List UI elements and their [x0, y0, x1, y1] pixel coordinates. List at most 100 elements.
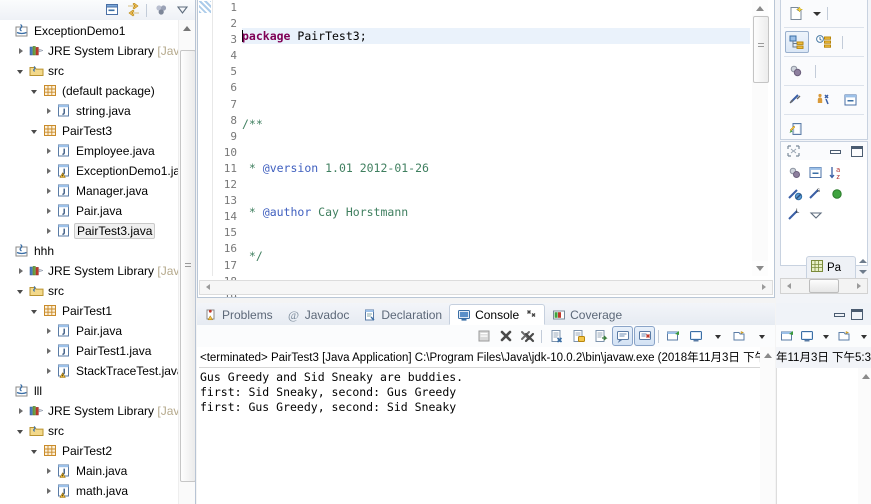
tree-item-math-java[interactable]: math.java: [0, 481, 178, 501]
hierarchy-view-icon[interactable]: [785, 31, 809, 53]
tree-item-pairtest2[interactable]: PairTest2: [0, 441, 178, 461]
console-tab-bar[interactable]: Problems @ Javadoc Declaration Console Covera…: [197, 303, 775, 326]
new-dropdown-icon[interactable]: [812, 9, 821, 18]
editor-marker-ruler[interactable]: [198, 0, 213, 276]
tab-spin-down[interactable]: [857, 267, 868, 278]
collapse-all-icon[interactable]: [807, 164, 824, 181]
expand-arrow-open-icon[interactable]: [30, 126, 41, 137]
minimize-icon[interactable]: [829, 146, 841, 156]
right-hscroll-thumb[interactable]: [809, 279, 839, 293]
clear-icon[interactable]: [546, 326, 567, 346]
pin-console-icon[interactable]: [779, 326, 796, 346]
tree-item-main-java[interactable]: Main.java: [0, 461, 178, 481]
collapse-all-icon[interactable]: [102, 1, 122, 20]
expand-arrow-closed-icon[interactable]: [44, 166, 55, 177]
expand-arrow-open-icon[interactable]: [30, 306, 41, 317]
scroll-up-arrow[interactable]: [179, 20, 195, 36]
tab-declaration[interactable]: Declaration: [356, 304, 449, 325]
tree-item-employee-java[interactable]: Employee.java: [0, 141, 178, 161]
history-view-icon[interactable]: [812, 31, 836, 53]
right-hscroll-left-arrow[interactable]: [783, 281, 794, 292]
tree-item-pair-java[interactable]: Pair.java: [0, 201, 178, 221]
console-overflow-scrollbar[interactable]: [858, 368, 871, 504]
open-console-icon[interactable]: [836, 326, 853, 346]
word-wrap-icon[interactable]: [590, 326, 611, 346]
tree-item-src[interactable]: src: [0, 421, 178, 441]
view-menu-icon[interactable]: [807, 206, 824, 223]
editor-vertical-scrollbar[interactable]: [752, 0, 769, 276]
hide-static-icon[interactable]: s: [807, 185, 824, 202]
view-menu-icon[interactable]: [151, 1, 171, 20]
expand-arrow-closed-icon[interactable]: [44, 206, 55, 217]
display-selected-console-icon[interactable]: [799, 326, 815, 346]
open-console-dropdown-icon[interactable]: [751, 326, 772, 346]
tree-item-pairtest3[interactable]: PairTest3: [0, 121, 178, 141]
tree-item-string-java[interactable]: string.java: [0, 101, 178, 121]
expand-arrow-closed-icon[interactable]: [44, 226, 55, 237]
open-console-dropdown-icon[interactable]: [856, 326, 871, 346]
hide-local-icon[interactable]: L: [786, 206, 803, 223]
tree-item-src[interactable]: src: [0, 281, 178, 301]
remove-all-terminated-icon[interactable]: [517, 326, 538, 346]
new-java-file-icon[interactable]: [785, 2, 809, 24]
expand-arrow-closed-icon[interactable]: [44, 466, 55, 477]
expand-arrow-closed-icon[interactable]: [16, 266, 27, 277]
project-tree[interactable]: ExceptionDemo1 JRE System Library [Java sr…: [0, 20, 178, 504]
display-dropdown-icon[interactable]: [707, 326, 728, 346]
expand-arrow-closed-icon[interactable]: [44, 486, 55, 497]
debug-view-icon[interactable]: [785, 60, 809, 82]
tree-item-default-package[interactable]: (default package): [0, 81, 178, 101]
editor-horizontal-scrollbar[interactable]: [199, 280, 773, 295]
view-dropdown-icon[interactable]: [172, 1, 192, 20]
console-overflow-scroll-up[interactable]: [858, 368, 871, 383]
show-console-on-error-icon[interactable]: [634, 326, 655, 346]
tree-item-hhh[interactable]: hhh: [0, 241, 178, 261]
editor-scroll-thumb[interactable]: [753, 16, 769, 83]
link-editor-icon[interactable]: [785, 118, 809, 140]
editor-scroll-up-arrow[interactable]: [752, 0, 768, 15]
tree-item-pairtest1[interactable]: PairTest1: [0, 301, 178, 321]
tree-item-pairtest3-java[interactable]: PairTest3.java: [0, 221, 178, 241]
tree-item-manager-java[interactable]: Manager.java: [0, 181, 178, 201]
editor-hscroll-right-arrow[interactable]: [759, 282, 770, 293]
right-hscroll-right-arrow[interactable]: [854, 281, 865, 292]
tab-console[interactable]: Console: [449, 304, 546, 325]
hide-nonpublic-icon[interactable]: [786, 185, 803, 202]
link-with-editor-icon[interactable]: [123, 1, 143, 20]
expand-arrow-closed-icon[interactable]: [44, 106, 55, 117]
maximize-icon[interactable]: [851, 145, 863, 157]
expand-arrow-open-icon[interactable]: [16, 426, 27, 437]
terminate-icon[interactable]: [495, 326, 516, 346]
expand-arrow-closed-icon[interactable]: [16, 406, 27, 417]
console-maximize-icon[interactable]: [851, 308, 863, 320]
open-console-icon[interactable]: [729, 326, 750, 346]
tree-item-jre-system-library[interactable]: JRE System Library [Java: [0, 41, 178, 61]
tree-item-exceptiondemo1[interactable]: ExceptionDemo1: [0, 21, 178, 41]
green-dot-icon[interactable]: [828, 185, 845, 202]
tree-item-exceptiondemo1-ja[interactable]: ExceptionDemo1.ja: [0, 161, 178, 181]
tree-item-stacktracetest-java[interactable]: StackTraceTest.java: [0, 361, 178, 381]
close-icon[interactable]: [526, 308, 537, 322]
tree-item-lll[interactable]: lll: [0, 381, 178, 401]
expand-arrow-closed-icon[interactable]: [44, 326, 55, 337]
expand-arrow-open-icon[interactable]: [16, 286, 27, 297]
tree-item-pairtest1-java[interactable]: PairTest1.java: [0, 341, 178, 361]
code-editor[interactable]: 12345678910111213141516171819 package Pa…: [197, 0, 775, 298]
expand-arrow-closed-icon[interactable]: [16, 46, 27, 57]
tree-item-jre-system-library[interactable]: JRE System Library [Java: [0, 401, 178, 421]
explorer-scrollbar[interactable]: [178, 20, 195, 504]
expand-arrow-closed-icon[interactable]: [44, 146, 55, 157]
explorer-scroll-thumb[interactable]: [180, 50, 195, 482]
expand-arrow-open-icon[interactable]: [30, 86, 41, 97]
expand-arrow-closed-icon[interactable]: [44, 366, 55, 377]
tab-coverage[interactable]: Coverage: [545, 304, 629, 325]
tab-spin-up[interactable]: [857, 256, 868, 267]
expand-arrow-open-icon[interactable]: [30, 446, 41, 457]
package-explorer-tab[interactable]: Pa: [806, 256, 856, 278]
hide-static-icon[interactable]: [812, 89, 836, 111]
expand-arrow-closed-icon[interactable]: [44, 346, 55, 357]
debug-dot-icon[interactable]: [786, 164, 803, 181]
console-output-area[interactable]: <terminated> PairTest3 [Java Application…: [197, 347, 775, 504]
clear-console-icon[interactable]: [473, 326, 494, 346]
tab-javadoc[interactable]: @ Javadoc: [280, 304, 357, 325]
